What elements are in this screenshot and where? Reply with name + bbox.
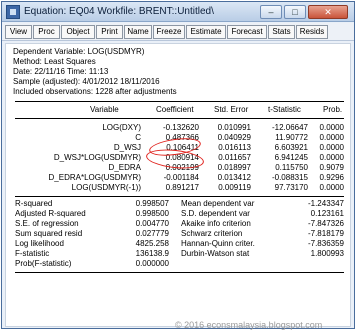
table-row-prob: 0.9296: [319, 173, 344, 182]
table-bottom-rule: [15, 196, 344, 197]
stat-value: 4825.258: [135, 239, 169, 248]
stat-value: -1.243347: [307, 199, 344, 208]
window-title: Equation: EQ04 Workfile: BRENT::Untitled…: [24, 6, 214, 17]
table-row-t-statistic: -0.088315: [271, 173, 308, 182]
stat-value: 0.998507: [135, 199, 169, 208]
equation-toolbar: View Proc Object Print Name Freeze Estim…: [2, 23, 354, 41]
print-button[interactable]: Print: [96, 25, 123, 39]
stat-label: Sum squared resid: [15, 229, 83, 238]
stat-label: Adjusted R-squared: [15, 209, 86, 218]
stat-value: 0.998500: [135, 209, 169, 218]
column-header-variable: Variable: [90, 105, 119, 114]
table-row-std-error: 0.011657: [218, 153, 251, 162]
column-header-std-error: Std. Error: [214, 105, 249, 114]
equation-window: Equation: EQ04 Workfile: BRENT::Untitled…: [1, 1, 355, 329]
table-row-variable: D_WSJ: [113, 143, 141, 152]
stat-value: 136138.9: [135, 249, 169, 258]
stats-bottom-rule: [15, 272, 344, 273]
table-row-t-statistic: -12.06647: [271, 123, 308, 132]
table-row-std-error: 0.040929: [217, 133, 251, 142]
stat-label: Akaike info criterion: [181, 219, 251, 228]
table-row-std-error: 0.013412: [217, 173, 251, 182]
table-row-prob: 0.0000: [319, 183, 344, 192]
stat-label: Hannan-Quinn criter.: [181, 239, 255, 248]
table-row-prob: 0.9079: [319, 163, 344, 172]
resids-button[interactable]: Resids: [296, 25, 328, 39]
table-row-coefficient: -0.132620: [162, 123, 199, 132]
table-row-t-statistic: 97.73170: [274, 183, 308, 192]
table-row-variable: D_EDRA*LOG(USDMYR): [48, 173, 141, 182]
stat-label: Durbin-Watson stat: [181, 249, 250, 258]
stat-label: R-squared: [15, 199, 53, 208]
table-row-variable: D_EDRA: [108, 163, 141, 172]
stat-label: Schwarz criterion: [181, 229, 243, 238]
date-line: Date: 22/11/16 Time: 11:13: [13, 67, 109, 76]
table-row-variable: LOG(USDMYR(-1)): [71, 183, 141, 192]
minimize-button[interactable]: –: [260, 5, 282, 19]
table-row-prob: 0.0000: [319, 153, 344, 162]
stat-value: 0.123161: [310, 209, 344, 218]
stat-label: F-statistic: [15, 249, 50, 258]
table-row-t-statistic: 11.90772: [275, 133, 308, 142]
stat-value: 0.004770: [135, 219, 169, 228]
stat-value: 0.027779: [135, 229, 169, 238]
stat-value: -7.836359: [307, 239, 344, 248]
estimate-button[interactable]: Estimate: [186, 25, 226, 39]
title-bar[interactable]: Equation: EQ04 Workfile: BRENT::Untitled…: [2, 2, 354, 22]
stat-label: S.E. of regression: [15, 219, 79, 228]
stats-button[interactable]: Stats: [268, 25, 295, 39]
name-button[interactable]: Name: [124, 25, 152, 39]
estimation-output[interactable]: Dependent Variable: LOG(USDMYR) Method: …: [5, 43, 351, 327]
stat-value: -7.818179: [307, 229, 344, 238]
view-button[interactable]: View: [5, 25, 32, 39]
eviews-window-icon: [6, 5, 20, 19]
table-row-t-statistic: 6.603921: [274, 143, 308, 152]
sample-line: Sample (adjusted): 4/01/2012 18/11/2016: [13, 77, 160, 86]
stat-value: 0.000000: [135, 259, 169, 268]
stat-label: Mean dependent var: [181, 199, 255, 208]
table-row-prob: 0.0000: [319, 143, 344, 152]
table-row-variable: C: [135, 133, 141, 142]
dependent-variable-line: Dependent Variable: LOG(USDMYR): [13, 47, 145, 56]
observations-line: Included observations: 1228 after adjust…: [13, 87, 177, 96]
stat-value: -7.847326: [307, 219, 344, 228]
table-row-std-error: 0.016113: [218, 143, 251, 152]
method-line: Method: Least Squares: [13, 57, 96, 66]
copyright-watermark: © 2016 econsmalaysia.blogspot.com: [175, 320, 323, 330]
table-row-std-error: 0.010991: [217, 123, 251, 132]
proc-button[interactable]: Proc: [33, 25, 60, 39]
table-header-rule: [15, 118, 344, 119]
table-row-variable: D_WSJ*LOG(USDMYR): [53, 153, 141, 162]
table-row-t-statistic: 0.115750: [275, 163, 308, 172]
stat-label: S.D. dependent var: [181, 209, 250, 218]
freeze-button[interactable]: Freeze: [153, 25, 185, 39]
table-row-std-error: 0.018997: [217, 163, 251, 172]
table-row-t-statistic: 6.941245: [274, 153, 308, 162]
stat-label: Prob(F-statistic): [15, 259, 72, 268]
table-row-std-error: 0.009119: [218, 183, 251, 192]
table-top-rule: [15, 101, 344, 102]
column-header-coefficient: Coefficient: [156, 105, 194, 114]
close-button[interactable]: ✕: [308, 5, 348, 19]
table-row-coefficient: 0.891217: [165, 183, 199, 192]
column-header-t-statistic: t-Statistic: [268, 105, 301, 114]
stat-label: Log likelihood: [15, 239, 64, 248]
forecast-button[interactable]: Forecast: [227, 25, 267, 39]
column-header-prob: Prob.: [323, 105, 343, 114]
table-row-prob: 0.0000: [319, 133, 344, 142]
stat-value: 1.800993: [310, 249, 344, 258]
maximize-button[interactable]: □: [284, 5, 306, 19]
table-row-prob: 0.0000: [319, 123, 344, 132]
table-row-coefficient: -0.001184: [163, 173, 199, 182]
table-row-variable: LOG(DXY): [102, 123, 141, 132]
object-button[interactable]: Object: [61, 25, 95, 39]
